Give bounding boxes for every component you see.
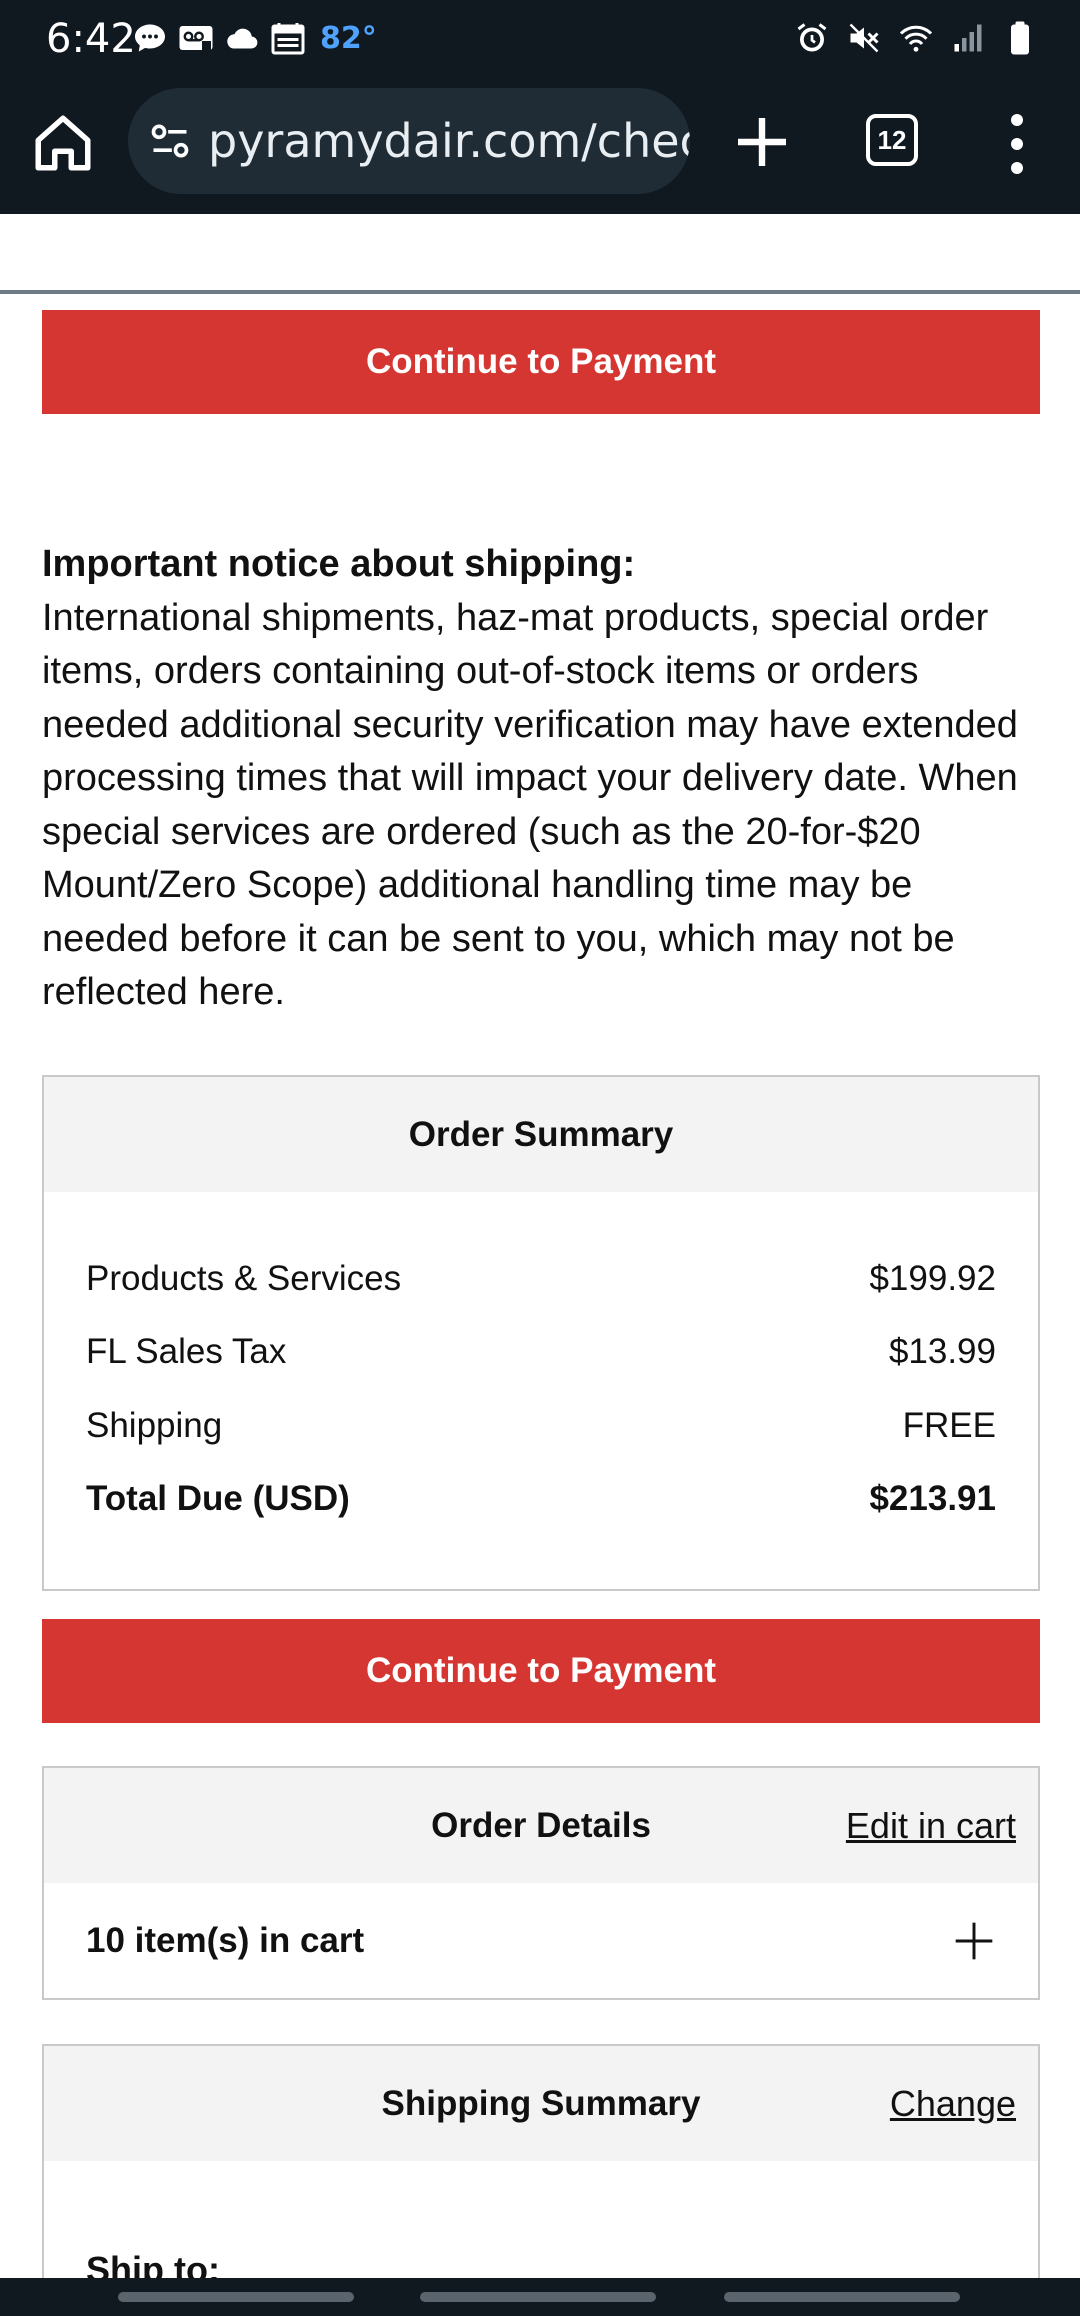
notice-body: International shipments, haz-mat product… bbox=[42, 596, 1018, 1014]
order-summary-panel: Order Summary Products & Services $199.9… bbox=[42, 1075, 1040, 1591]
summary-row-total: Total Due (USD) $213.91 bbox=[86, 1463, 996, 1537]
order-details-title: Order Details bbox=[431, 1805, 651, 1845]
new-tab-icon[interactable] bbox=[730, 110, 794, 174]
home-icon[interactable] bbox=[30, 110, 96, 176]
summary-row-tax: FL Sales Tax $13.99 bbox=[86, 1316, 996, 1390]
status-bar: 6:42 82° bbox=[0, 0, 1080, 78]
edit-in-cart-link[interactable]: Edit in cart bbox=[846, 1805, 1016, 1847]
cloud-icon bbox=[227, 28, 258, 49]
shipping-summary-title: Shipping Summary bbox=[381, 2083, 701, 2123]
battery-icon bbox=[1011, 21, 1029, 55]
order-summary-body: Products & Services $199.92 FL Sales Tax… bbox=[44, 1192, 1038, 1576]
summary-label: Shipping bbox=[86, 1405, 223, 1445]
nav-home-handle[interactable] bbox=[420, 2292, 656, 2302]
notification-icons: 82° bbox=[132, 20, 377, 56]
mute-icon bbox=[849, 23, 879, 53]
more-menu-icon[interactable] bbox=[1000, 114, 1034, 174]
continue-to-payment-button-bottom[interactable]: Continue to Payment bbox=[42, 1619, 1040, 1723]
order-summary-header: Order Summary bbox=[44, 1077, 1038, 1192]
notice-title: Important notice about shipping: bbox=[42, 543, 636, 585]
expand-plus-icon[interactable] bbox=[952, 1919, 996, 1963]
signal-icon bbox=[954, 24, 982, 52]
change-shipping-link[interactable]: Change bbox=[890, 2083, 1016, 2125]
gesture-nav-bar bbox=[0, 2278, 1080, 2316]
calendar-icon bbox=[271, 23, 305, 55]
chat-bubble-icon bbox=[135, 24, 165, 52]
summary-row-shipping: Shipping FREE bbox=[86, 1389, 996, 1463]
summary-label: FL Sales Tax bbox=[86, 1332, 287, 1372]
cart-items-label: 10 item(s) in cart bbox=[86, 1921, 365, 1960]
nav-back-handle[interactable] bbox=[724, 2292, 960, 2302]
summary-value: FREE bbox=[902, 1405, 996, 1445]
summary-value: $13.99 bbox=[888, 1332, 996, 1372]
status-time: 6:42 bbox=[46, 16, 136, 62]
url-bar[interactable]: pyramydair.com/checkout bbox=[128, 88, 690, 194]
system-icons bbox=[794, 20, 1038, 56]
browser-toolbar: pyramydair.com/checkout 12 bbox=[0, 78, 1080, 294]
shipping-summary-header: Shipping Summary Change bbox=[44, 2046, 1038, 2161]
total-value: $213.91 bbox=[869, 1479, 996, 1519]
shipping-summary-panel: Shipping Summary Change Ship to: bbox=[42, 2044, 1040, 2290]
voicemail-icon bbox=[179, 26, 213, 50]
tab-switcher-button[interactable]: 12 bbox=[866, 114, 918, 166]
weather-temperature: 82° bbox=[320, 20, 377, 56]
url-text[interactable]: pyramydair.com/checkout bbox=[208, 114, 690, 168]
shipping-notice: Important notice about shipping: Interna… bbox=[42, 538, 1042, 1020]
summary-label: Products & Services bbox=[86, 1258, 402, 1298]
order-summary-title: Order Summary bbox=[408, 1114, 674, 1154]
nav-recents-handle[interactable] bbox=[118, 2292, 354, 2302]
cart-items-toggle[interactable]: 10 item(s) in cart bbox=[44, 1883, 1038, 1999]
alarm-icon bbox=[797, 23, 827, 52]
site-settings-icon[interactable] bbox=[148, 119, 192, 163]
order-details-panel: Order Details Edit in cart 10 item(s) in… bbox=[42, 1766, 1040, 2000]
toolbar-divider bbox=[0, 290, 1080, 294]
summary-row-products: Products & Services $199.92 bbox=[86, 1242, 996, 1316]
order-details-header: Order Details Edit in cart bbox=[44, 1768, 1038, 1883]
total-label: Total Due (USD) bbox=[86, 1479, 350, 1519]
wifi-icon bbox=[899, 25, 933, 52]
continue-to-payment-button-top[interactable]: Continue to Payment bbox=[42, 310, 1040, 414]
summary-value: $199.92 bbox=[869, 1258, 996, 1298]
